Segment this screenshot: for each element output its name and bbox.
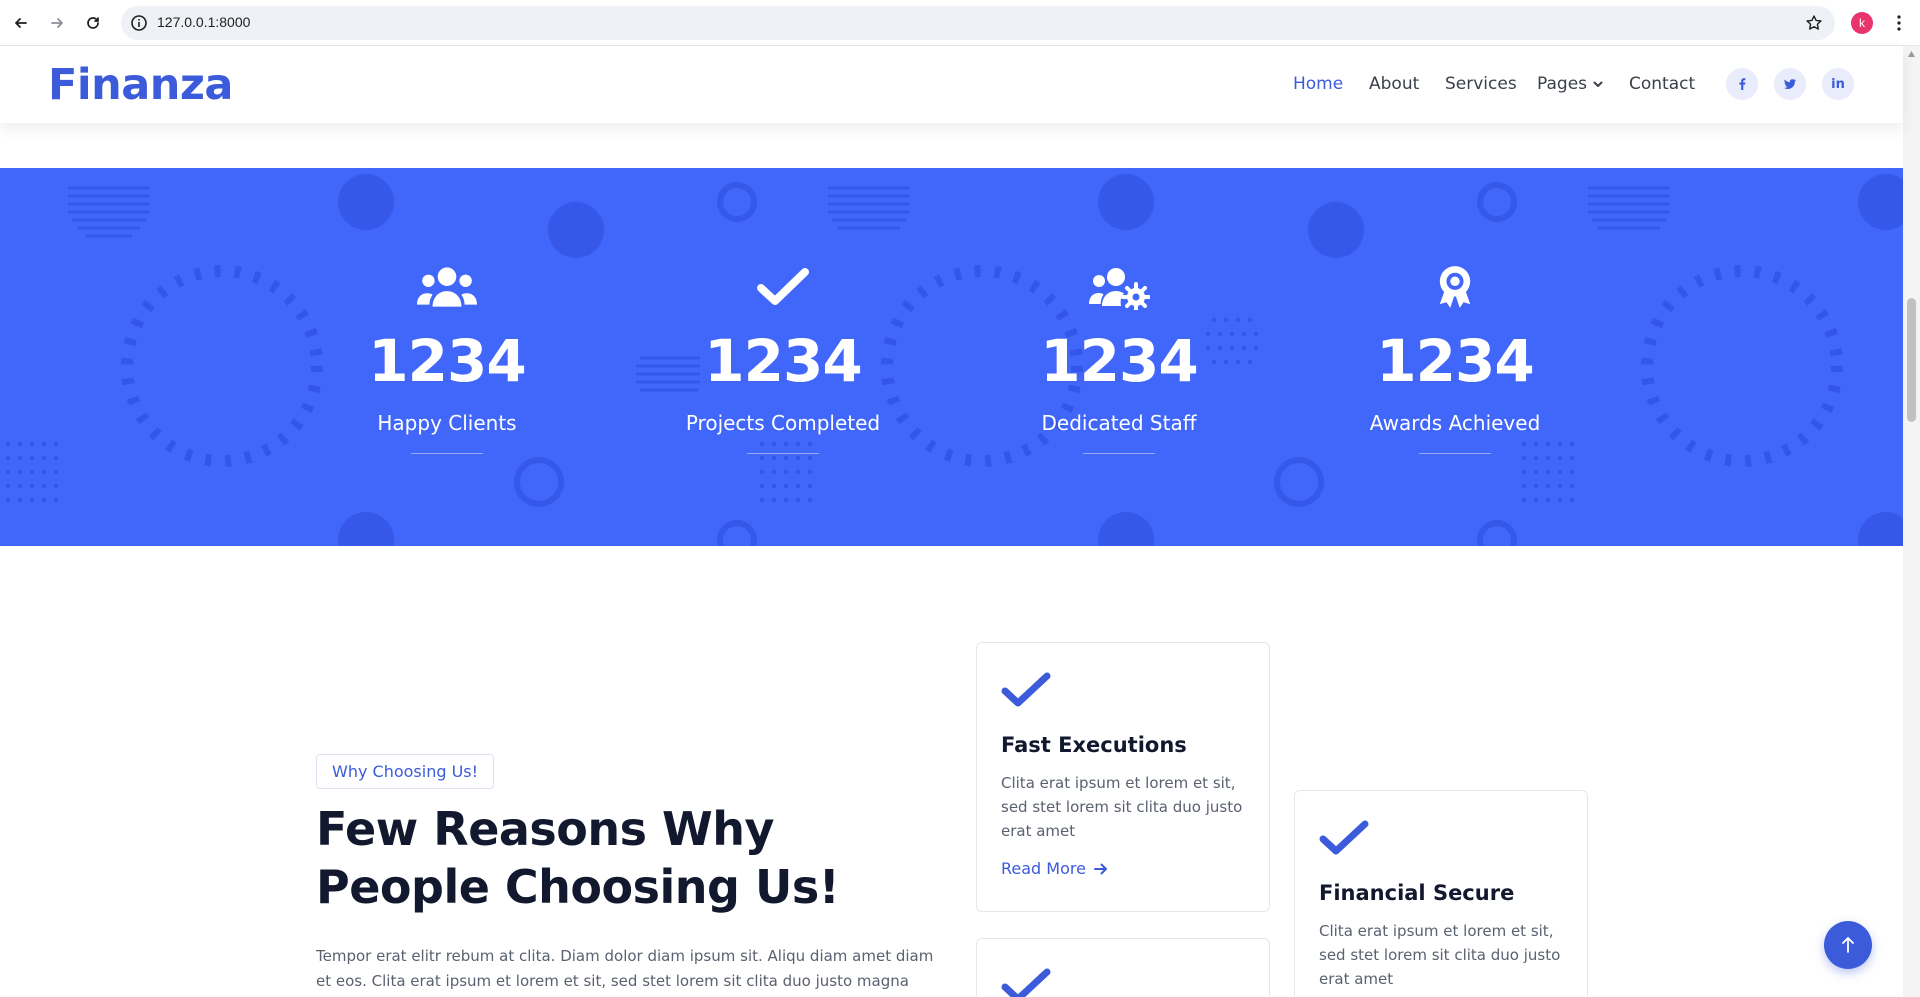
award-icon bbox=[1439, 266, 1471, 308]
chevron-down-icon bbox=[1593, 81, 1603, 87]
nav-pages[interactable]: Pages bbox=[1537, 74, 1603, 94]
users-icon bbox=[417, 267, 477, 307]
read-more-link[interactable]: Read More bbox=[1001, 859, 1245, 878]
check-icon bbox=[1319, 820, 1369, 855]
site-logo[interactable]: Finanza bbox=[48, 60, 233, 110]
feature-card-fast-executions: Fast Executions Clita erat ipsum et lore… bbox=[976, 642, 1270, 912]
users-gear-icon bbox=[1089, 268, 1150, 310]
page-scrollbar[interactable] bbox=[1903, 46, 1920, 997]
stat-divider bbox=[411, 453, 483, 454]
stat-value: 1234 bbox=[704, 327, 862, 395]
card-title: Fast Executions bbox=[1001, 733, 1187, 757]
stat-label: Happy Clients bbox=[377, 411, 517, 435]
check-icon bbox=[1001, 968, 1051, 997]
url-text[interactable]: 127.0.0.1:8000 bbox=[157, 14, 250, 30]
nav-contact[interactable]: Contact bbox=[1629, 74, 1695, 94]
nav-about[interactable]: About bbox=[1369, 74, 1419, 94]
section-paragraph: Tempor erat elitr rebum at clita. Diam d… bbox=[316, 947, 934, 990]
forward-button[interactable] bbox=[45, 11, 69, 35]
bookmark-star-icon[interactable] bbox=[1805, 14, 1823, 32]
read-more-label: Read More bbox=[1001, 859, 1086, 878]
nav-pages-label: Pages bbox=[1537, 74, 1588, 94]
arrow-up-icon bbox=[1842, 937, 1854, 953]
section-badge: Why Choosing Us! bbox=[316, 754, 495, 789]
more-vertical-icon bbox=[1897, 15, 1901, 31]
linkedin-button[interactable]: in bbox=[1822, 68, 1854, 100]
stat-divider bbox=[1419, 453, 1491, 454]
profile-avatar[interactable]: k bbox=[1851, 12, 1873, 34]
twitter-button[interactable] bbox=[1774, 68, 1806, 100]
stat-divider bbox=[1083, 453, 1155, 454]
reload-button[interactable] bbox=[81, 11, 105, 35]
stats-background-pattern bbox=[5, 174, 1903, 546]
scroll-thumb[interactable] bbox=[1907, 298, 1916, 422]
linkedin-icon: in bbox=[1831, 76, 1845, 92]
browser-toolbar: 127.0.0.1:8000 k bbox=[0, 0, 1920, 46]
stat-happy-clients: 1234 Happy Clients bbox=[297, 263, 597, 454]
stat-awards-achieved: 1234 Awards Achieved bbox=[1305, 263, 1605, 454]
nav-home[interactable]: Home bbox=[1293, 74, 1343, 94]
stats-section: 1234 Happy Clients 1234 Projects Complet… bbox=[0, 168, 1903, 546]
browser-menu-button[interactable] bbox=[1887, 11, 1911, 35]
nav-services[interactable]: Services bbox=[1445, 74, 1517, 94]
arrow-right-icon bbox=[51, 18, 63, 28]
card-text: Clita erat ipsum et lorem et sit, sed st… bbox=[1319, 922, 1561, 988]
facebook-button[interactable] bbox=[1726, 68, 1758, 100]
arrow-right-icon bbox=[1093, 863, 1107, 874]
stat-dedicated-staff: 1234 Dedicated Staff bbox=[969, 263, 1269, 454]
stat-label: Dedicated Staff bbox=[1041, 411, 1197, 435]
stat-label: Projects Completed bbox=[685, 411, 881, 435]
section-heading: Few Reasons Why People Choosing Us! bbox=[316, 802, 840, 914]
card-title: Financial Secure bbox=[1319, 881, 1515, 905]
stat-divider bbox=[747, 453, 819, 454]
back-button[interactable] bbox=[9, 11, 33, 35]
facebook-icon bbox=[1739, 78, 1746, 90]
feature-card-third bbox=[976, 938, 1270, 997]
scroll-up-icon[interactable] bbox=[1907, 50, 1916, 58]
address-bar[interactable]: 127.0.0.1:8000 bbox=[121, 6, 1835, 40]
stat-label: Awards Achieved bbox=[1369, 411, 1541, 435]
site-info-icon[interactable] bbox=[130, 14, 148, 32]
check-icon bbox=[757, 268, 809, 305]
site-header: Finanza Home About Services Pages Contac… bbox=[0, 46, 1903, 123]
feature-card-financial-secure: Financial Secure Clita erat ipsum et lor… bbox=[1294, 790, 1588, 997]
check-icon bbox=[1001, 672, 1051, 707]
stat-value: 1234 bbox=[368, 327, 526, 395]
stat-value: 1234 bbox=[1040, 327, 1198, 395]
reload-icon bbox=[87, 17, 99, 29]
twitter-icon bbox=[1784, 79, 1796, 90]
stat-projects-completed: 1234 Projects Completed bbox=[633, 263, 933, 454]
back-to-top-button[interactable] bbox=[1824, 921, 1872, 969]
stat-value: 1234 bbox=[1376, 327, 1534, 395]
card-text: Clita erat ipsum et lorem et sit, sed st… bbox=[1001, 774, 1243, 840]
arrow-left-icon bbox=[15, 18, 27, 28]
